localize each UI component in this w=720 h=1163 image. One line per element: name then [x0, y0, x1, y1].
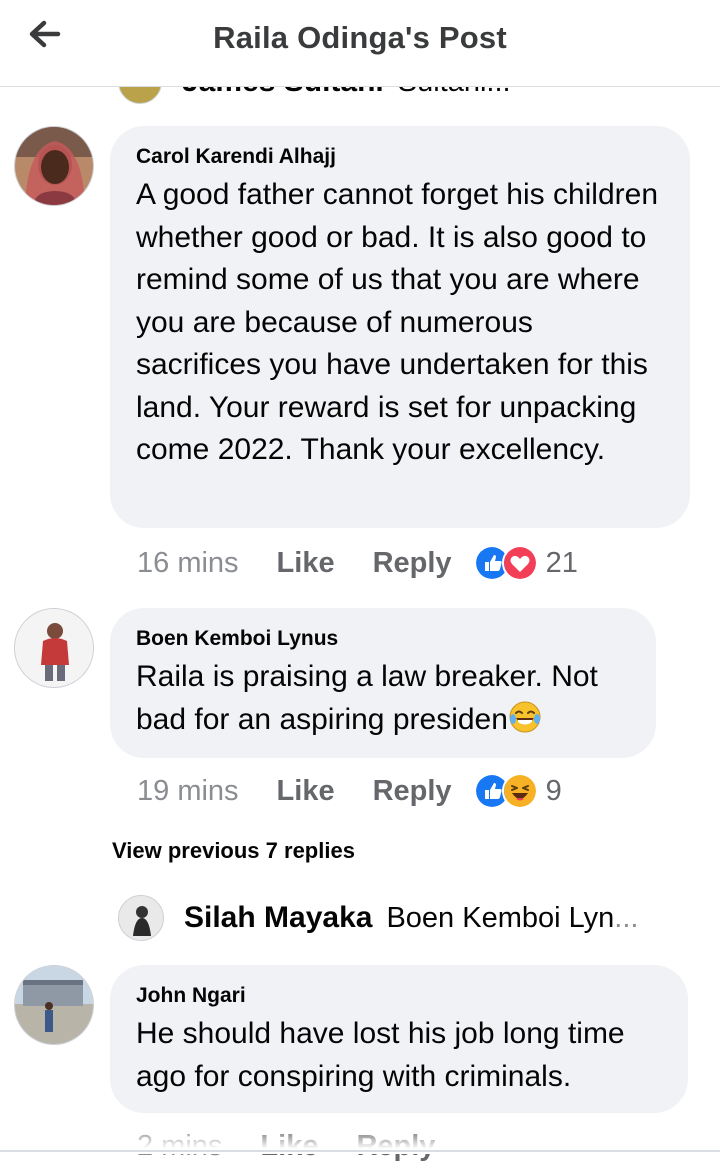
reply-preview-row[interactable]: Silah Mayaka Boen Kemboi Lyn...	[118, 895, 638, 941]
reply-button[interactable]: Reply	[373, 547, 452, 580]
comment-bubble: Boen Kemboi Lynus Raila is praising a la…	[110, 608, 656, 758]
reply-author[interactable]: Silah Mayaka	[184, 901, 372, 935]
comment-bubble: John Ngari He should have lost his job l…	[110, 965, 688, 1113]
reply-button[interactable]: Reply	[373, 775, 452, 808]
reaction-summary[interactable]: 21	[473, 545, 578, 581]
avatar[interactable]	[14, 965, 94, 1045]
haha-reaction-icon	[501, 773, 538, 809]
divider	[0, 1150, 720, 1152]
view-previous-replies-link[interactable]: View previous 7 replies	[112, 838, 355, 864]
ellipsis: ...	[614, 901, 639, 934]
comment-actions: 16 mins Like Reply 21	[137, 545, 578, 581]
love-reaction-icon	[501, 545, 538, 581]
comment-text: A good father cannot forget his children…	[136, 178, 659, 466]
comment-text: He should have lost his job long time ag…	[136, 1017, 625, 1093]
like-button[interactable]: Like	[277, 775, 335, 808]
top-bar: Raila Odinga's Post	[0, 0, 720, 87]
profile-photo	[119, 896, 163, 940]
reply-snippet: Boen Kemboi Lyn	[386, 901, 615, 934]
profile-photo	[15, 127, 93, 205]
comment-author[interactable]: Carol Karendi Alhajj	[136, 144, 664, 170]
like-button[interactable]: Like	[277, 547, 335, 580]
avatar[interactable]	[14, 126, 94, 206]
avatar[interactable]	[118, 895, 164, 941]
profile-photo	[15, 609, 93, 687]
page-title: Raila Odinga's Post	[213, 20, 507, 55]
reaction-count: 21	[545, 546, 578, 579]
profile-photo	[15, 966, 93, 1044]
comment-time[interactable]: 16 mins	[137, 547, 239, 580]
avatar[interactable]	[14, 608, 94, 688]
comment-bubble: Carol Karendi Alhajj A good father canno…	[110, 126, 690, 528]
reaction-count: 9	[545, 774, 562, 807]
reaction-summary[interactable]: 9	[473, 773, 562, 809]
comment-text-line: Raila is praising a law breaker. Not bad…	[136, 656, 630, 741]
comment-actions: 19 mins Like Reply 9	[137, 773, 562, 809]
comment-author[interactable]: Boen Kemboi Lynus	[136, 626, 630, 652]
comment-time[interactable]: 19 mins	[137, 775, 239, 808]
tears-of-joy-emoji-icon	[509, 701, 541, 732]
comment-author[interactable]: John Ngari	[136, 983, 662, 1009]
